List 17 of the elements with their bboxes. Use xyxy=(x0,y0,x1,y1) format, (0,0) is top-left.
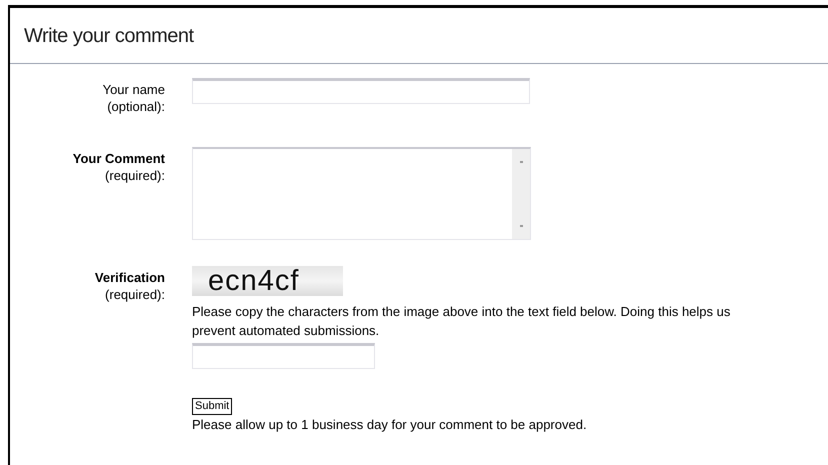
verification-input[interactable] xyxy=(192,343,375,369)
text-input[interactable] xyxy=(192,78,530,104)
panel-title: Write your comment xyxy=(24,24,194,48)
field-note: (optional): xyxy=(107,98,165,115)
approval-note: Please allow up to 1 business day for your comment to be approved. xyxy=(192,416,588,433)
field-note: (required): xyxy=(105,286,165,303)
comment-textarea[interactable] xyxy=(192,147,531,240)
field-label: Your name xyxy=(102,81,165,98)
scroll-up-icon[interactable] xyxy=(520,161,522,163)
captcha-image: ecn4cf xyxy=(192,266,343,296)
field-label: Verification xyxy=(94,269,165,286)
submit-button[interactable]: Submit xyxy=(192,398,232,415)
help-text: Please copy the characters from the image above into the text field below. Doing this helps us prevent automated submissions. xyxy=(192,303,732,340)
field-note: (required): xyxy=(105,167,165,184)
field-label: Your Comment xyxy=(72,150,165,167)
scroll-down-icon[interactable] xyxy=(520,225,522,227)
scrollbar[interactable] xyxy=(512,149,530,239)
